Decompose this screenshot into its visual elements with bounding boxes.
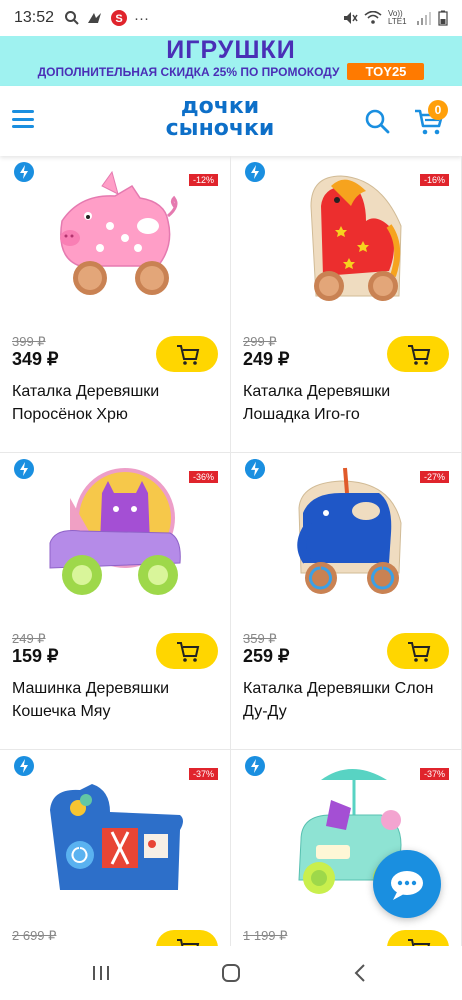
price: 259 ₽ (243, 646, 290, 666)
lightning-icon (245, 162, 265, 182)
old-price: 299 ₽ (243, 334, 277, 349)
menu-icon (12, 110, 34, 113)
cart-icon (177, 939, 200, 946)
product-name[interactable]: Машинка Деревяшки Кошечка Мяу (12, 677, 222, 723)
old-price: 399 ₽ (12, 334, 46, 349)
add-to-cart-button[interactable] (156, 633, 218, 669)
product-card[interactable]: -36% 249 ₽ 159 ₽ Машинка Деревяшки Кошеч… (0, 453, 231, 750)
old-price: 249 ₽ (12, 631, 46, 646)
promo-subtitle: ДОПОЛНИТЕЛЬНАЯ СКИДКА 25% ПО ПРОМОКОДУ (37, 64, 340, 79)
discount-badge: -37% (419, 768, 449, 780)
status-bar: 13:52 S ··· Vo)) LTE1 (0, 0, 462, 36)
cart-icon (408, 345, 431, 365)
svg-text:S: S (115, 13, 122, 25)
product-image[interactable] (271, 166, 421, 304)
product-image[interactable] (271, 463, 421, 601)
add-to-cart-button[interactable] (156, 336, 218, 372)
lightning-icon (245, 459, 265, 479)
logo-line1: дочки (180, 94, 260, 119)
back-icon[interactable] (346, 960, 376, 986)
add-to-cart-button[interactable] (387, 336, 449, 372)
cart-icon (408, 939, 431, 946)
promo-code: TOY25 (347, 63, 425, 80)
chat-icon (391, 871, 423, 900)
product-name[interactable]: Каталка Деревяшки Поросёнок Хрю (12, 380, 222, 426)
lightning-icon (14, 162, 34, 182)
wifi-icon (364, 11, 382, 24)
app-notification-icon (88, 13, 102, 23)
search-notification-icon (65, 11, 79, 25)
menu-button[interactable] (12, 110, 34, 128)
discount-badge: -12% (188, 174, 218, 186)
old-price: 2 699 ₽ (12, 928, 57, 943)
system-navigation-bar (0, 946, 462, 1000)
lightning-icon (14, 756, 34, 776)
recent-apps-icon[interactable] (86, 960, 116, 986)
product-card[interactable]: -27% 359 ₽ 259 ₽ Каталка Деревяшки Слон … (231, 453, 462, 750)
promo-banner[interactable]: ИГРУШКИ ДОПОЛНИТЕЛЬНАЯ СКИДКА 25% ПО ПРО… (0, 36, 462, 86)
logo[interactable]: дочки сыночки (160, 96, 280, 140)
mute-icon (344, 12, 358, 24)
logo-line2: сыночки (165, 116, 275, 141)
signal-icon (417, 12, 431, 25)
status-time: 13:52 (14, 9, 55, 26)
promo-title: ИГРУШКИ (166, 36, 296, 64)
old-price: 1 199 ₽ (243, 928, 288, 943)
network-label: Vo)) LTE1 (388, 9, 407, 26)
product-image[interactable] (40, 463, 190, 601)
chat-button[interactable] (373, 850, 441, 918)
add-to-cart-button[interactable] (387, 930, 449, 946)
add-to-cart-button[interactable] (387, 633, 449, 669)
cart-icon (408, 642, 431, 662)
cart-count-badge: 0 (428, 100, 448, 120)
price: 349 ₽ (12, 349, 59, 369)
lightning-icon (245, 756, 265, 776)
price: 249 ₽ (243, 349, 290, 369)
ruble-notification-icon: S (111, 10, 128, 26)
cart-icon (177, 345, 200, 365)
more-notifications-icon: ··· (134, 9, 150, 27)
price: 159 ₽ (12, 646, 59, 666)
product-image[interactable] (40, 166, 190, 304)
product-card[interactable]: -16% 299 ₽ 249 ₽ Каталка Деревяшки Лошад… (231, 156, 462, 453)
old-price: 359 ₽ (243, 631, 277, 646)
search-icon[interactable] (364, 108, 390, 134)
app-header: дочки сыночки (0, 86, 462, 156)
discount-badge: -37% (188, 768, 218, 780)
discount-badge: -36% (188, 471, 218, 483)
battery-icon (438, 10, 448, 26)
product-card[interactable]: -37% 2 699 ₽ (0, 750, 231, 946)
add-to-cart-button[interactable] (156, 930, 218, 946)
discount-badge: -27% (419, 471, 449, 483)
discount-badge: -16% (419, 174, 449, 186)
product-card[interactable]: -12% 399 ₽ 349 ₽ Каталка Деревяшки Порос… (0, 156, 231, 453)
product-name[interactable]: Каталка Деревяшки Лошадка Иго-го (243, 380, 453, 426)
product-name[interactable]: Каталка Деревяшки Слон Ду-Ду (243, 677, 453, 723)
product-image[interactable] (40, 760, 190, 898)
home-icon[interactable] (216, 960, 246, 986)
product-grid: -12% 399 ₽ 349 ₽ Каталка Деревяшки Порос… (0, 156, 462, 946)
lightning-icon (14, 459, 34, 479)
cart-icon (177, 642, 200, 662)
